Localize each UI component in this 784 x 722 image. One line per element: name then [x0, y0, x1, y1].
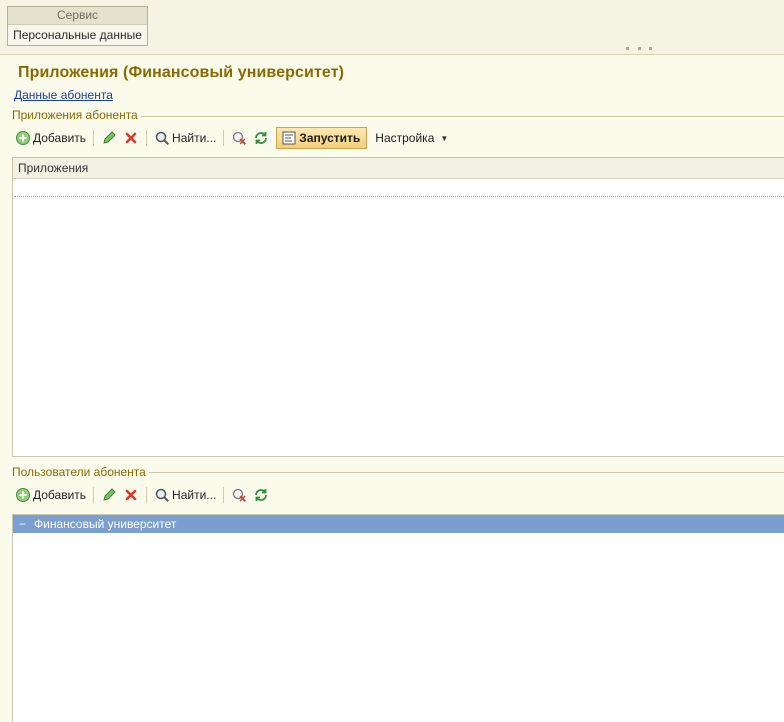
users-add-button[interactable]: Добавить: [12, 484, 89, 506]
apps-refresh-button[interactable]: [250, 127, 272, 149]
apps-toolbar: Добавить Найти... Запустить Настройка ▼: [12, 126, 448, 150]
apps-table[interactable]: Приложения: [12, 157, 784, 457]
pencil-icon: [103, 131, 116, 144]
cancel-search-icon: [233, 131, 247, 146]
add-icon: [16, 488, 30, 502]
delete-icon: [125, 132, 137, 144]
users-toolbar: Добавить Найти...: [12, 483, 272, 507]
resize-grip[interactable]: [626, 47, 652, 51]
settings-label: Настройка: [375, 131, 435, 145]
add-icon: [16, 131, 30, 145]
table-row[interactable]: [14, 179, 784, 197]
section-menu: Сервис Персональные данные: [7, 6, 148, 46]
chevron-down-icon: ▼: [440, 133, 449, 143]
search-icon: [155, 131, 170, 146]
refresh-icon: [255, 132, 268, 144]
cancel-search-icon: [233, 488, 247, 503]
settings-dropdown[interactable]: Настройка ▼: [375, 131, 448, 145]
toolbar-separator: [93, 130, 95, 146]
apps-edit-button[interactable]: [98, 127, 120, 149]
run-button[interactable]: Запустить: [276, 127, 368, 149]
apps-group-label: Приложения абонента: [12, 108, 141, 122]
toolbar-separator: [93, 487, 95, 503]
page-title: Приложения (Финансовый университет): [18, 64, 345, 81]
users-group-label: Пользователи абонента: [12, 465, 149, 479]
subscriber-data-link[interactable]: Данные абонента: [14, 88, 113, 102]
toolbar-separator: [146, 487, 148, 503]
users-find-label: Найти...: [172, 488, 217, 502]
apps-add-label: Добавить: [33, 131, 87, 145]
apps-delete-button[interactable]: [120, 127, 142, 149]
tree-row[interactable]: − Финансовый университет: [13, 515, 784, 533]
toolbar-separator: [146, 130, 148, 146]
toolbar-separator: [223, 130, 225, 146]
delete-icon: [125, 489, 137, 501]
users-refresh-button[interactable]: [250, 484, 272, 506]
apps-column-header[interactable]: Приложения: [13, 158, 784, 179]
menu-item-personal-data[interactable]: Персональные данные: [8, 25, 147, 45]
users-add-label: Добавить: [33, 488, 87, 502]
run-form-icon: [282, 131, 296, 145]
top-panel: Сервис Персональные данные: [0, 0, 784, 55]
users-edit-button[interactable]: [98, 484, 120, 506]
section-title[interactable]: Сервис: [8, 7, 147, 25]
apps-add-button[interactable]: Добавить: [12, 127, 89, 149]
toolbar-separator: [223, 487, 225, 503]
users-cancel-search-button[interactable]: [228, 484, 250, 506]
apps-find-button[interactable]: Найти...: [151, 127, 219, 149]
users-find-button[interactable]: Найти...: [151, 484, 219, 506]
apps-cancel-search-button[interactable]: [228, 127, 250, 149]
collapse-icon[interactable]: −: [19, 515, 26, 533]
refresh-icon: [255, 489, 268, 501]
search-icon: [155, 488, 170, 503]
pencil-icon: [103, 488, 116, 501]
users-tree[interactable]: − Финансовый университет: [12, 514, 784, 722]
users-delete-button[interactable]: [120, 484, 142, 506]
apps-find-label: Найти...: [172, 131, 217, 145]
tree-row-label: Финансовый университет: [34, 517, 177, 531]
run-label: Запустить: [299, 131, 361, 145]
